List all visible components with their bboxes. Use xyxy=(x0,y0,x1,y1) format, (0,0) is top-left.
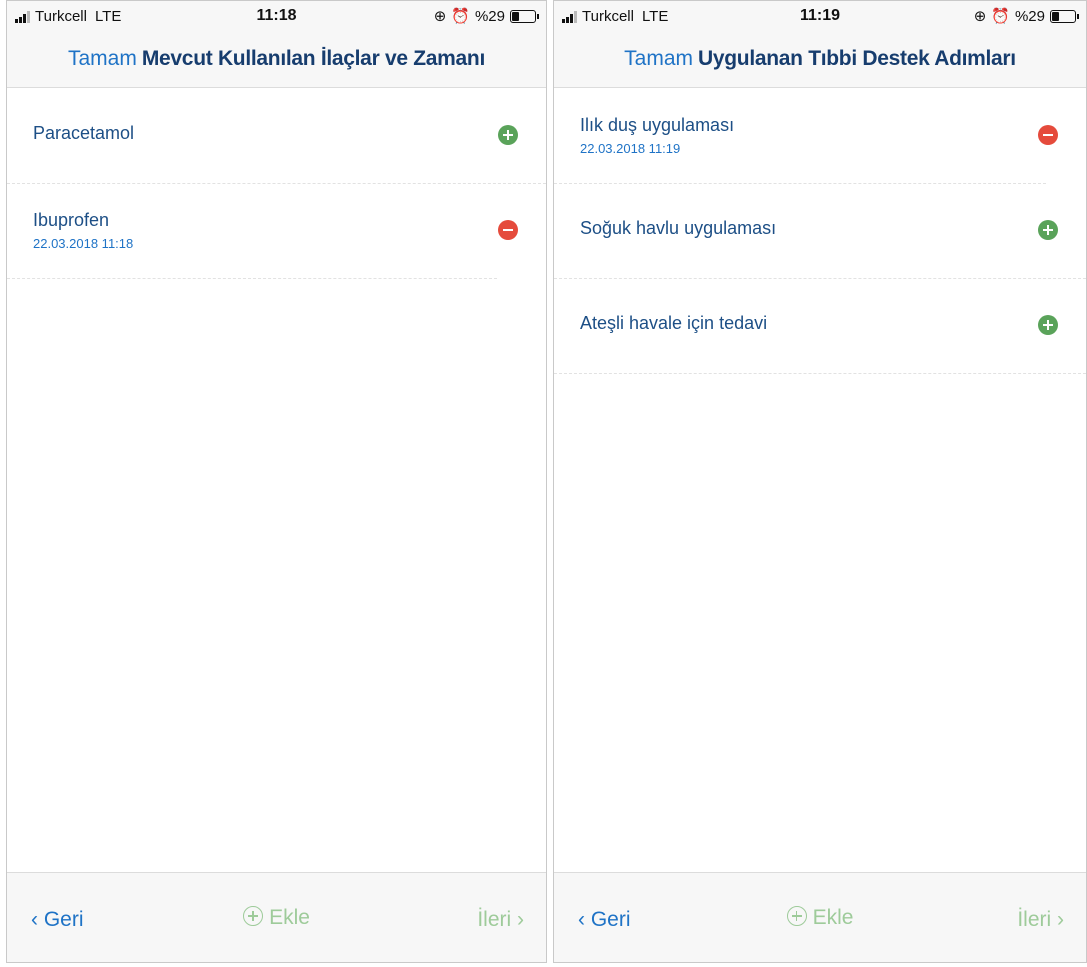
next-button[interactable]: İleri › xyxy=(1017,908,1064,932)
next-button[interactable]: İleri › xyxy=(477,908,524,932)
list-item[interactable]: Paracetamol xyxy=(7,89,546,184)
list-item[interactable]: Ateşli havale için tedavi xyxy=(554,279,1086,374)
list-item[interactable]: Ibuprofen 22.03.2018 11:18 xyxy=(7,184,546,279)
plus-circle-icon[interactable] xyxy=(1038,315,1058,335)
item-list: Paracetamol Ibuprofen 22.03.2018 11:18 xyxy=(7,89,546,279)
page-title: Uygulanan Tıbbi Destek Adımları xyxy=(698,47,1016,70)
navigation-bar: Tamam Uygulanan Tıbbi Destek Adımları xyxy=(554,31,1086,88)
add-button[interactable]: Ekle xyxy=(554,906,1086,930)
bottom-toolbar: ‹ Geri Ekle İleri › xyxy=(7,872,546,962)
alarm-icon: ⏰ xyxy=(451,8,470,25)
add-label: Ekle xyxy=(269,906,310,929)
item-list: Ilık duş uygulaması 22.03.2018 11:19 Soğ… xyxy=(554,89,1086,374)
plus-circle-outline-icon xyxy=(243,906,264,926)
minus-circle-icon[interactable] xyxy=(498,220,518,240)
item-label: Ateşli havale için tedavi xyxy=(580,313,768,333)
item-label: Ibuprofen xyxy=(33,210,110,230)
battery-icon xyxy=(1050,9,1079,23)
status-bar: Turkcell LTE 11:19 ⊕ ⏰ %29 xyxy=(554,1,1086,31)
list-item[interactable]: Soğuk havlu uygulaması xyxy=(554,184,1086,279)
item-timestamp: 22.03.2018 11:18 xyxy=(33,236,134,251)
navigation-bar: Tamam Mevcut Kullanılan İlaçlar ve Zaman… xyxy=(7,31,546,88)
phone-screen-medications: Turkcell LTE 11:18 ⊕ ⏰ %29 Tamam Mevcut … xyxy=(6,0,547,963)
status-bar: Turkcell LTE 11:18 ⊕ ⏰ %29 xyxy=(7,1,546,31)
list-item[interactable]: Ilık duş uygulaması 22.03.2018 11:19 xyxy=(554,89,1086,184)
battery-icon xyxy=(510,9,539,23)
page-title: Mevcut Kullanılan İlaçlar ve Zamanı xyxy=(141,47,485,70)
item-label: Ilık duş uygulaması xyxy=(580,115,735,135)
alarm-icon: ⏰ xyxy=(991,8,1010,25)
done-button[interactable]: Tamam xyxy=(68,47,137,71)
item-timestamp: 22.03.2018 11:19 xyxy=(580,141,681,156)
minus-circle-icon[interactable] xyxy=(1038,125,1058,145)
plus-circle-icon[interactable] xyxy=(1038,220,1058,240)
lock-rotation-icon: ⊕ xyxy=(433,8,447,25)
plus-circle-outline-icon xyxy=(786,906,807,926)
item-label: Soğuk havlu uygulaması xyxy=(580,218,777,238)
bottom-toolbar: ‹ Geri Ekle İleri › xyxy=(554,872,1086,962)
phone-screen-medical-support: Turkcell LTE 11:19 ⊕ ⏰ %29 Tamam Uygulan… xyxy=(553,0,1087,963)
lock-rotation-icon: ⊕ xyxy=(973,8,987,25)
item-label: Paracetamol xyxy=(33,123,135,143)
battery-percent: %29 xyxy=(474,7,505,25)
battery-percent: %29 xyxy=(1014,7,1045,25)
plus-circle-icon[interactable] xyxy=(498,125,518,145)
done-button[interactable]: Tamam xyxy=(624,47,693,71)
add-label: Ekle xyxy=(812,906,854,929)
add-button[interactable]: Ekle xyxy=(7,906,546,930)
